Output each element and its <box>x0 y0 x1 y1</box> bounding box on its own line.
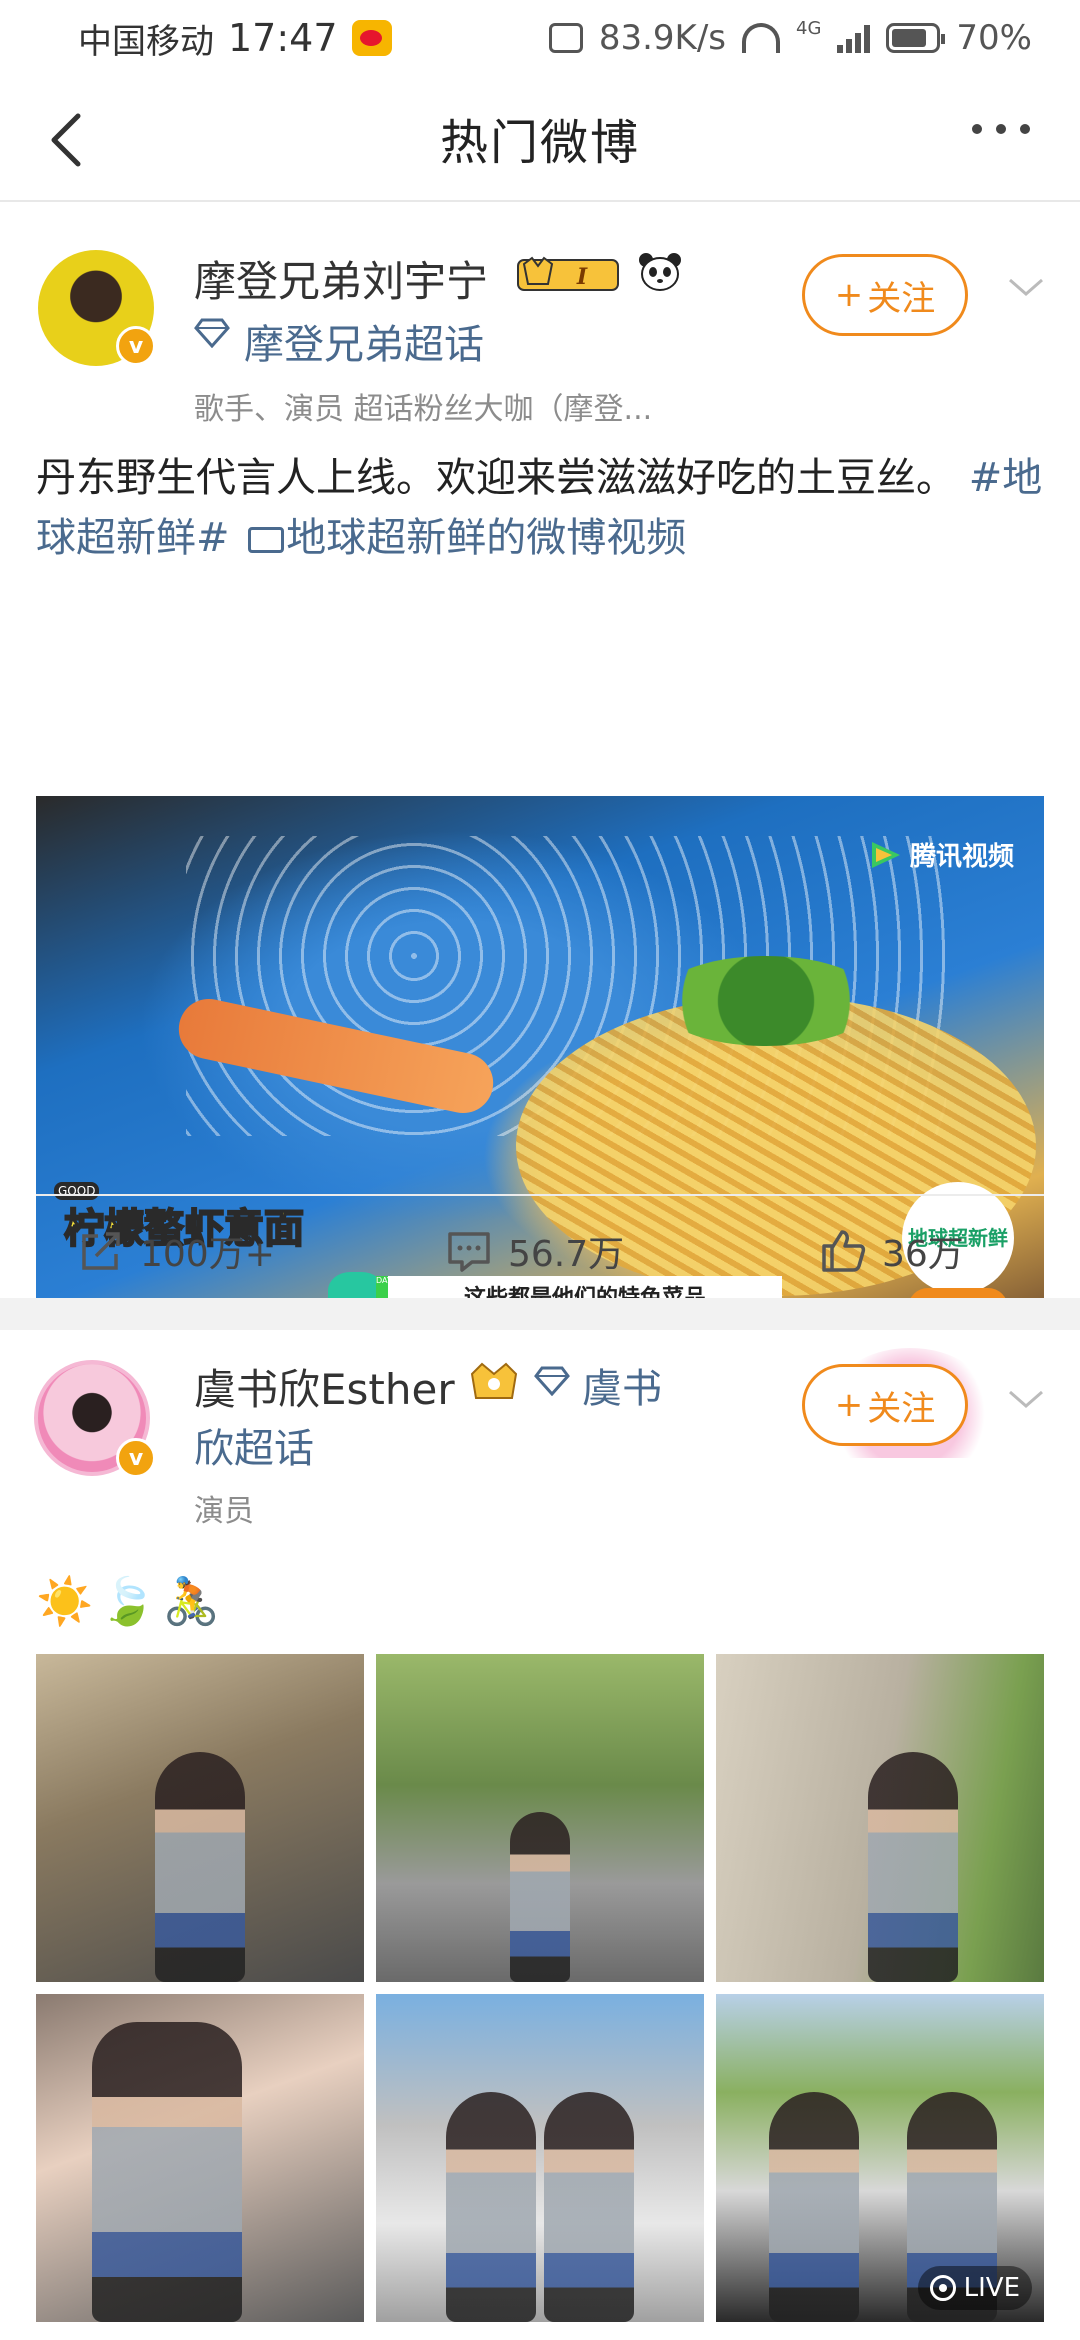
supertopic-diamond-icon <box>194 318 230 348</box>
user-name[interactable]: 虞书欣Esther <box>194 1356 455 1417</box>
plus-icon: + <box>834 275 864 315</box>
feed-separator <box>0 1298 1080 1330</box>
supertopic-link-part1[interactable]: 虞书 <box>582 1356 662 1414</box>
panda-icon <box>639 253 681 291</box>
leaf-emoji: 🍃 <box>99 1574 157 1628</box>
comment-icon <box>448 1232 490 1272</box>
battery-level: 70% <box>956 18 1032 58</box>
user-description: 歌手、演员 超话粉丝大咖（摩登... <box>194 392 653 427</box>
chevron-down-icon[interactable] <box>1006 272 1046 302</box>
post-text: 丹东野生代言人上线。欢迎来尝滋滋好吃的土豆丝。 #地球超新鲜# 地球超新鲜的微博… <box>36 448 1046 568</box>
divider <box>36 1194 1044 1196</box>
video-camera-icon <box>248 527 285 553</box>
photo-grid: LIVE <box>36 1654 1044 2322</box>
follow-button[interactable]: + 关注 <box>802 1364 968 1446</box>
live-label: LIVE <box>963 2273 1020 2303</box>
crown-badge-icon <box>470 1362 518 1399</box>
wifi-icon <box>742 23 781 53</box>
page-title: 热门微博 <box>439 115 640 171</box>
live-photo-badge: LIVE <box>917 2266 1032 2310</box>
photo-thumbnail[interactable] <box>376 1994 704 2322</box>
follow-button[interactable]: + 关注 <box>802 254 968 336</box>
back-arrow-icon[interactable] <box>44 110 92 170</box>
post-body: 丹东野生代言人上线。欢迎来尝滋滋好吃的土豆丝。 <box>36 455 956 501</box>
follow-label: 关注 <box>867 1388 936 1429</box>
member-crown-badge-icon: I <box>517 256 619 291</box>
verified-badge-icon: v <box>116 326 156 366</box>
share-icon <box>82 1232 120 1270</box>
battery-icon <box>886 23 946 53</box>
repost-count: 100万+ <box>140 1234 275 1275</box>
repost-button[interactable]: 100万+ <box>78 1216 275 1286</box>
play-logo-icon <box>871 841 900 868</box>
supertopic-link[interactable]: 摩登兄弟超话 <box>244 312 484 370</box>
comment-count: 56.7万 <box>508 1234 625 1275</box>
vibrate-icon <box>548 23 583 53</box>
verified-badge-icon: v <box>116 1438 156 1478</box>
video-link[interactable]: 地球超新鲜的微博视频 <box>286 515 686 561</box>
follow-label: 关注 <box>867 278 936 319</box>
thumbs-up-icon <box>822 1230 866 1272</box>
photo-thumbnail[interactable] <box>376 1654 704 1982</box>
tencent-video-logo: 腾讯视频 <box>868 836 1014 873</box>
emoji-row: ☀️ 🍃 🚴 <box>36 1574 220 1629</box>
status-time: 17:47 <box>228 16 338 60</box>
carrier-label: 中国移动 <box>78 21 214 62</box>
plus-icon: + <box>834 1385 864 1425</box>
sun-emoji: ☀️ <box>36 1574 94 1628</box>
supertopic-link-part2[interactable]: 欣超话 <box>194 1416 314 1474</box>
nav-bar: 热门微博 <box>0 76 1080 202</box>
photo-thumbnail[interactable] <box>36 1654 364 1982</box>
herbs-image <box>656 956 876 1046</box>
photo-thumbnail[interactable] <box>716 1654 1044 1982</box>
signal-icon <box>837 23 871 53</box>
network-type: 4G <box>796 18 822 39</box>
like-count: 36万 <box>882 1234 964 1275</box>
like-button[interactable]: 36万 <box>820 1216 964 1286</box>
photo-thumbnail[interactable] <box>36 1994 364 2322</box>
user-description: 演员 <box>194 1494 254 1529</box>
live-icon <box>929 2275 956 2301</box>
cyclist-emoji: 🚴 <box>162 1574 220 1628</box>
status-bar: 中国移动 17:47 83.9K/s 4G 70% <box>0 0 1080 76</box>
comment-button[interactable]: 56.7万 <box>446 1216 624 1286</box>
weibo-notification-icon <box>351 20 392 56</box>
user-name[interactable]: 摩登兄弟刘宇宁 <box>194 248 488 309</box>
photo-thumbnail[interactable]: LIVE <box>716 1994 1044 2322</box>
supertopic-diamond-icon <box>534 1366 570 1396</box>
video-source-label: 腾讯视频 <box>909 842 1014 872</box>
chevron-down-icon[interactable] <box>1006 1384 1046 1414</box>
member-level-text: I <box>576 264 588 290</box>
feed-post: v 虞书欣Esther 虞书 欣超话 演员 + 关注 ☀️ 🍃 🚴 LIVE <box>0 1330 1080 2340</box>
more-options-icon[interactable] <box>972 124 1030 134</box>
network-speed: 83.9K/s <box>598 18 727 58</box>
feed-post: v 摩登兄弟刘宇宁 I 摩登兄弟超话 歌手、演员 超话粉丝大咖（摩登... + … <box>0 204 1080 1360</box>
